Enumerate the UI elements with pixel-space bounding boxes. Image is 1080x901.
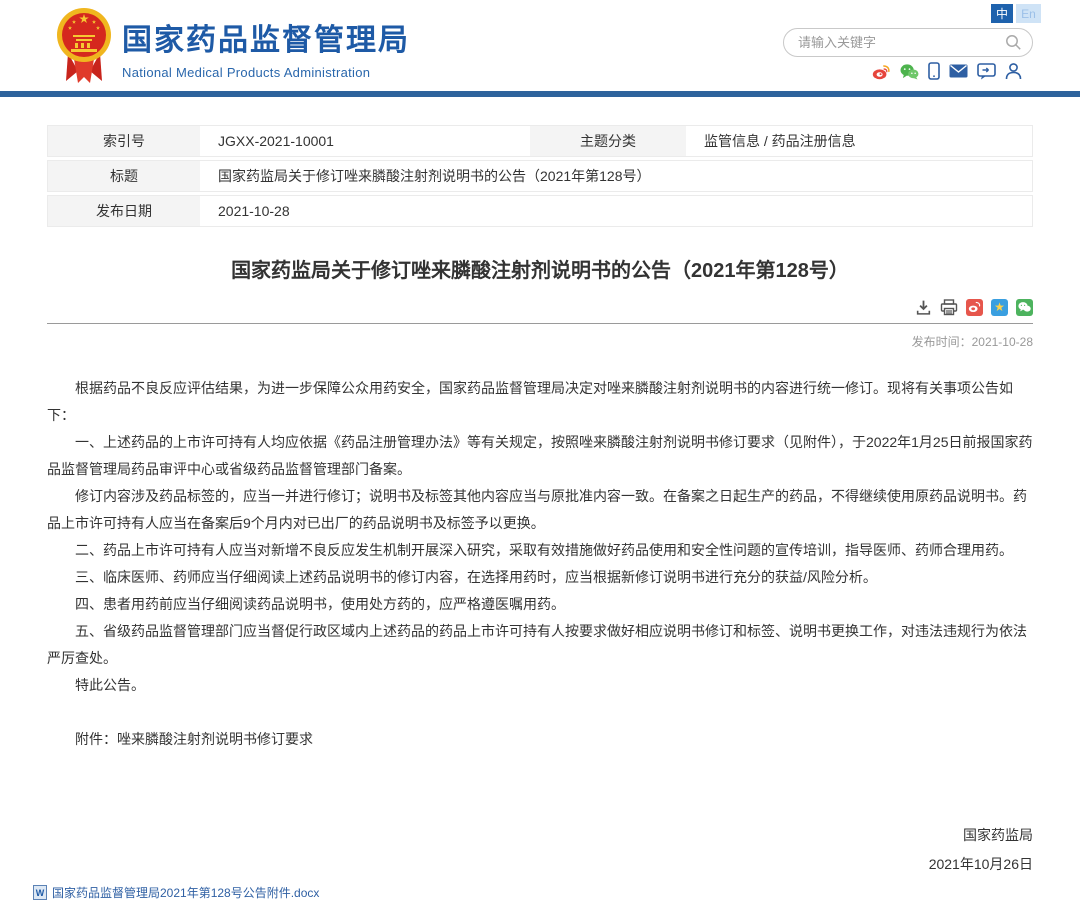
share-wechat-icon[interactable] (1016, 299, 1033, 316)
paragraph: 四、患者用药前应当仔细阅读药品说明书，使用处方药的，应严格遵医嘱用药。 (47, 591, 1033, 618)
site-subtitle: National Medical Products Administration (122, 65, 410, 80)
paragraph: 二、药品上市许可持有人应当对新增不良反应发生机制开展深入研究，采取有效措施做好药… (47, 537, 1033, 564)
paragraph: 根据药品不良反应评估结果，为进一步保障公众用药安全，国家药品监督管理局决定对唑来… (47, 375, 1033, 429)
national-emblem-icon (56, 5, 112, 87)
weibo-icon[interactable] (872, 63, 891, 80)
page-title: 国家药监局关于修订唑来膦酸注射剂说明书的公告（2021年第128号） (47, 254, 1033, 283)
paragraph: 修订内容涉及药品标签的，应当一并进行修订；说明书及标签其他内容应当与原批准内容一… (47, 483, 1033, 537)
print-icon[interactable] (940, 299, 958, 316)
doc-title-value: 国家药监局关于修订唑来膦酸注射剂说明书的公告（2021年第128号） (200, 161, 1032, 191)
publish-time: 发布时间：2021-10-28 (47, 333, 1033, 350)
signature-block: 国家药监局 2021年10月26日 (47, 821, 1033, 879)
site-title: 国家药品监督管理局 (122, 15, 410, 59)
title-divider (47, 323, 1033, 324)
search-input[interactable] (798, 35, 1005, 50)
topic-category-value: 监管信息 / 药品注册信息 (686, 126, 1032, 156)
share-qzone-icon[interactable]: ★ (991, 299, 1008, 316)
index-number-value: JGXX-2021-10001 (200, 126, 530, 156)
email-icon[interactable] (949, 64, 968, 78)
language-toggle: 中 En (991, 4, 1041, 23)
attachment-note: 附件：唑来膦酸注射剂说明书修订要求 (47, 726, 1033, 753)
signature-date: 2021年10月26日 (47, 850, 1033, 879)
header-divider-bar (0, 91, 1080, 97)
signature-org: 国家药监局 (47, 821, 1033, 850)
content: 索引号 JGXX-2021-10001 主题分类 监管信息 / 药品注册信息 标… (0, 125, 1080, 901)
paragraph: 特此公告。 (47, 672, 1033, 699)
info-table: 索引号 JGXX-2021-10001 主题分类 监管信息 / 药品注册信息 标… (47, 125, 1033, 227)
table-row: 发布日期 2021-10-28 (47, 195, 1033, 227)
paragraph: 三、临床医师、药师应当仔细阅读上述药品说明书的修订内容，在选择用药时，应当根据新… (47, 564, 1033, 591)
attachment-link-row: W 国家药品监督管理局2021年第128号公告附件.docx (33, 884, 1033, 901)
paragraph: 一、上述药品的上市许可持有人均应依据《药品注册管理办法》等有关规定，按照唑来膦酸… (47, 429, 1033, 483)
paragraph: 五、省级药品监督管理部门应当督促行政区域内上述药品的药品上市许可持有人按要求做好… (47, 618, 1033, 672)
publish-date-value: 2021-10-28 (200, 196, 1032, 226)
attachment-link[interactable]: 国家药品监督管理局2021年第128号公告附件.docx (52, 884, 319, 901)
table-row: 索引号 JGXX-2021-10001 主题分类 监管信息 / 药品注册信息 (47, 125, 1033, 157)
download-icon[interactable] (915, 299, 932, 316)
article-body: 根据药品不良反应评估结果，为进一步保障公众用药安全，国家药品监督管理局决定对唑来… (47, 375, 1033, 753)
index-number-label: 索引号 (48, 126, 200, 156)
word-doc-icon: W (33, 885, 47, 900)
publish-date-label: 发布日期 (48, 196, 200, 226)
table-row: 标题 国家药监局关于修订唑来膦酸注射剂说明书的公告（2021年第128号） (47, 160, 1033, 192)
search-box[interactable] (783, 28, 1033, 57)
wechat-icon[interactable] (900, 63, 919, 80)
message-icon[interactable] (977, 63, 996, 80)
user-icon[interactable] (1005, 62, 1022, 80)
site-titles: 国家药品监督管理局 National Medical Products Admi… (122, 15, 410, 80)
search-icon[interactable] (1005, 34, 1022, 51)
share-weibo-icon[interactable] (966, 299, 983, 316)
social-icons-row (872, 62, 1022, 80)
article-toolbar: ★ (47, 298, 1033, 316)
lang-zh-button[interactable]: 中 (991, 4, 1013, 23)
lang-en-button[interactable]: En (1016, 4, 1041, 23)
topic-category-label: 主题分类 (530, 126, 686, 156)
site-header: 国家药品监督管理局 National Medical Products Admi… (0, 0, 1080, 91)
mobile-icon[interactable] (928, 62, 940, 80)
doc-title-label: 标题 (48, 161, 200, 191)
